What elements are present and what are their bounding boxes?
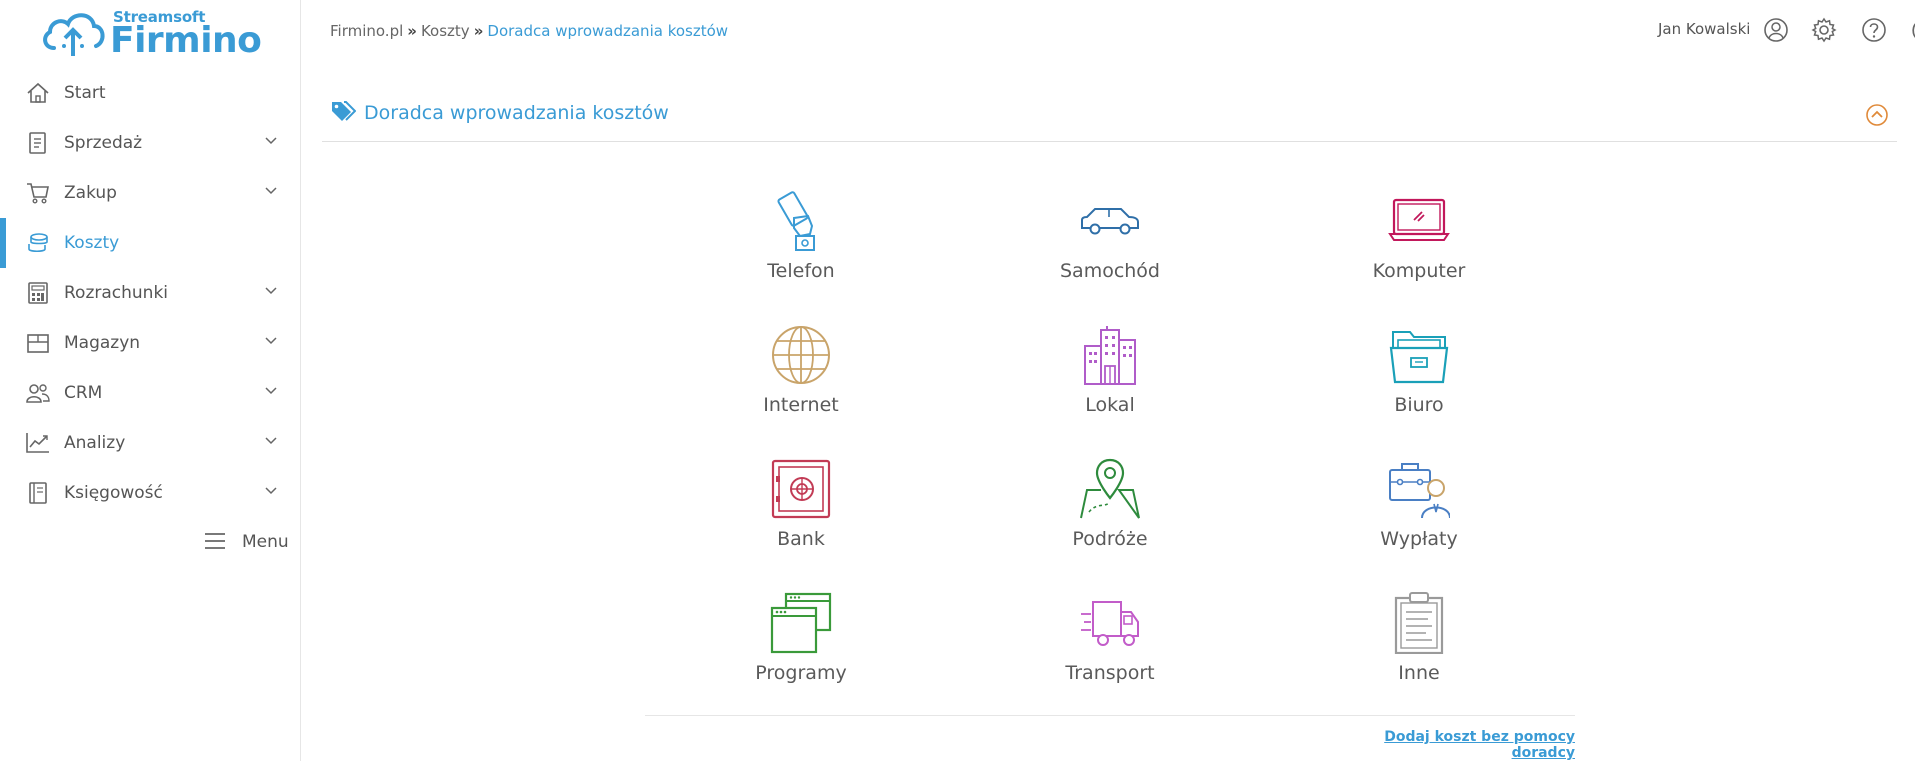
calculator-icon [28, 282, 48, 304]
sidebar-item-label: Koszty [64, 233, 120, 253]
sidebar-item-label: CRM [64, 383, 103, 403]
home-icon [27, 82, 49, 103]
panel-title: Doradca wprowadzania kosztów [364, 102, 669, 124]
sidebar-item-ksiegowosc[interactable]: Księgowość [0, 468, 300, 518]
briefcase-person-icon [1389, 463, 1450, 519]
truck-icon [1081, 601, 1139, 646]
tile-bank[interactable]: Bank [701, 458, 901, 568]
chevron-down-icon[interactable] [265, 287, 277, 295]
chevron-down-icon[interactable] [265, 487, 277, 495]
coins-icon [28, 233, 48, 253]
sidebar-item-sprzedaz[interactable]: Sprzedaż [0, 118, 300, 168]
sidebar-item-rozrachunki[interactable]: Rozrachunki [0, 268, 300, 318]
sidebar-item-magazyn[interactable]: Magazyn [0, 318, 300, 368]
tile-label: Samochód [1059, 260, 1160, 282]
windows-icon [770, 592, 832, 654]
chevron-down-icon[interactable] [265, 437, 277, 445]
chevron-down-icon[interactable] [265, 337, 277, 345]
buildings-icon [1084, 326, 1136, 385]
sidebar: Streamsoft Firmino Start Sprzedaż Zakup … [0, 0, 301, 761]
folder-icon [1389, 331, 1449, 384]
tile-label: Biuro [1394, 394, 1444, 416]
tile-biuro[interactable]: Biuro [1319, 324, 1519, 434]
chevron-down-icon[interactable] [265, 187, 277, 195]
tile-label: Bank [777, 528, 825, 550]
add-cost-without-advisor-link[interactable]: Dodaj koszt bez pomocy doradcy [1360, 729, 1575, 761]
gear-icon[interactable] [1811, 17, 1837, 43]
tile-programy[interactable]: Programy [701, 592, 901, 702]
tile-wyplaty[interactable]: Wypłaty [1319, 458, 1519, 568]
tile-label: Telefon [767, 260, 835, 282]
safe-icon [771, 459, 831, 519]
tile-internet[interactable]: Internet [701, 324, 901, 434]
tile-label: Podróże [1072, 528, 1148, 550]
book-icon [29, 482, 47, 504]
tile-label: Transport [1065, 662, 1155, 684]
cloud-logo-icon [43, 13, 105, 56]
sidebar-item-analizy[interactable]: Analizy [0, 418, 300, 468]
tile-label: Komputer [1372, 260, 1466, 282]
tile-samochod[interactable]: Samochód [1010, 190, 1210, 300]
hamburger-icon [205, 533, 225, 549]
car-icon [1081, 208, 1139, 235]
panel-header: Doradca wprowadzania kosztów [322, 96, 1897, 142]
breadcrumb-separator: » [407, 22, 417, 40]
sidebar-item-label: Analizy [64, 433, 126, 453]
sidebar-item-koszty[interactable]: Koszty [0, 218, 300, 268]
sidebar-item-label: Start [64, 83, 106, 103]
tile-label: Wypłaty [1380, 528, 1458, 550]
sidebar-item-label: Księgowość [64, 483, 163, 503]
tile-label: Internet [763, 394, 839, 416]
box-icon [27, 334, 49, 353]
globe-icon [772, 326, 830, 384]
help-icon[interactable] [1861, 17, 1887, 43]
breadcrumb-home-link[interactable]: Firmino.pl [330, 22, 403, 40]
phone-icon [777, 191, 815, 251]
tags-icon [332, 101, 356, 121]
menu-label: Menu [242, 532, 289, 552]
laptop-icon [1388, 198, 1450, 241]
sidebar-item-label: Zakup [64, 183, 117, 203]
collapse-panel-button[interactable] [1865, 103, 1889, 127]
tile-label: Lokal [1085, 394, 1135, 416]
tile-lokal[interactable]: Lokal [1010, 324, 1210, 434]
sidebar-item-label: Rozrachunki [64, 283, 169, 303]
chart-icon [26, 433, 49, 453]
divider [645, 715, 1575, 716]
sidebar-item-start[interactable]: Start [0, 68, 300, 118]
tile-inne[interactable]: Inne [1319, 592, 1519, 702]
sidebar-item-crm[interactable]: CRM [0, 368, 300, 418]
sidebar-item-zakup[interactable]: Zakup [0, 168, 300, 218]
breadcrumb-current: Doradca wprowadzania kosztów [487, 22, 729, 40]
tile-label: Programy [755, 662, 847, 684]
invoice-icon [29, 132, 46, 154]
breadcrumb: Firmino.pl» Koszty» Doradca wprowadzania k… [330, 22, 728, 40]
user-area: Jan Kowalski [1615, 14, 1915, 46]
breadcrumb-koszty-link[interactable]: Koszty [421, 22, 470, 40]
sidebar-item-label: Sprzedaż [64, 133, 143, 153]
tile-podroze[interactable]: Podróże [1010, 458, 1210, 568]
users-icon [26, 384, 50, 403]
chevron-down-icon[interactable] [265, 387, 277, 395]
user-name[interactable]: Jan Kowalski [1658, 20, 1750, 38]
power-icon[interactable] [1909, 17, 1915, 43]
map-pin-icon [1080, 458, 1140, 519]
tile-komputer[interactable]: Komputer [1319, 190, 1519, 300]
logo-brand-main: Firmino [110, 20, 262, 61]
sidebar-item-label: Magazyn [64, 333, 141, 353]
tile-transport[interactable]: Transport [1010, 592, 1210, 702]
clipboard-icon [1394, 592, 1444, 654]
menu-toggle-button[interactable]: Menu [204, 526, 289, 556]
breadcrumb-separator: » [473, 22, 484, 40]
cart-icon [27, 183, 49, 204]
user-profile-icon[interactable] [1763, 17, 1789, 43]
chevron-down-icon[interactable] [265, 137, 277, 145]
tile-label: Inne [1398, 662, 1440, 684]
logo[interactable]: Streamsoft Firmino [40, 6, 280, 62]
tile-telefon[interactable]: Telefon [701, 190, 901, 300]
sidebar-nav: Start Sprzedaż Zakup Koszty Rozrachunki … [0, 68, 300, 518]
